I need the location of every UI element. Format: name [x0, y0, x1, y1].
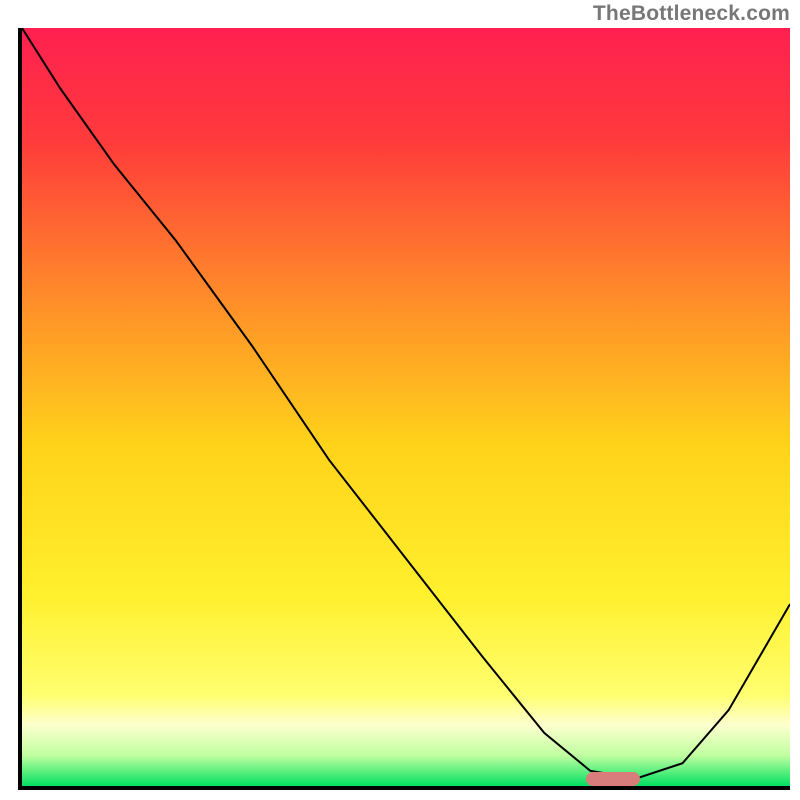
optimal-range-marker [586, 772, 640, 786]
chart-frame [18, 28, 790, 790]
chart-curve [22, 28, 790, 786]
watermark-text: TheBottleneck.com [593, 2, 790, 26]
chart-plot-area [22, 28, 790, 786]
